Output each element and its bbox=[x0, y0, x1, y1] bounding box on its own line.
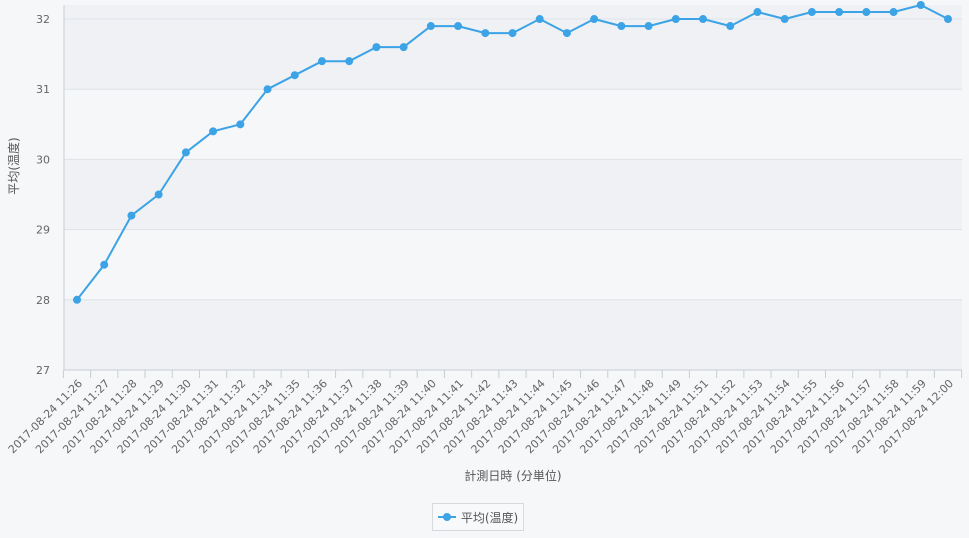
y-tick-label: 29 bbox=[36, 224, 50, 237]
data-point bbox=[100, 260, 109, 269]
data-point bbox=[454, 22, 463, 31]
y-tick-label: 28 bbox=[36, 294, 50, 307]
data-point bbox=[617, 22, 626, 31]
data-point bbox=[345, 57, 354, 66]
line-chart: 27 28 29 30 31 32 2017-08-24 11:262017-08-24 … bbox=[6, 1, 963, 483]
data-point bbox=[236, 120, 245, 129]
y-tick-label: 27 bbox=[36, 364, 50, 377]
data-point bbox=[209, 127, 218, 136]
legend-label: 平均(温度) bbox=[460, 510, 519, 525]
data-point bbox=[753, 8, 762, 17]
data-point bbox=[372, 43, 381, 52]
data-point bbox=[481, 29, 490, 38]
y-axis-title: 平均(温度) bbox=[6, 137, 21, 194]
data-point bbox=[835, 8, 844, 17]
data-point bbox=[916, 1, 925, 9]
data-point bbox=[317, 57, 326, 66]
plot-band bbox=[64, 299, 962, 370]
plot-band bbox=[64, 159, 962, 230]
data-point bbox=[807, 8, 816, 17]
plot-bands bbox=[64, 5, 962, 370]
data-point bbox=[944, 15, 952, 24]
legend[interactable]: 平均(温度) bbox=[432, 503, 524, 531]
data-point bbox=[127, 211, 136, 220]
data-point bbox=[73, 295, 81, 304]
data-point bbox=[154, 190, 163, 199]
legend-marker-icon bbox=[437, 512, 456, 522]
data-point bbox=[508, 29, 517, 38]
x-axis-title: 計測日時 (分単位) bbox=[464, 468, 561, 483]
chart-container: 27 28 29 30 31 32 2017-08-24 11:26 2017-08-24 … bbox=[0, 0, 969, 538]
data-point bbox=[726, 22, 735, 31]
data-point bbox=[562, 29, 571, 38]
data-point bbox=[290, 71, 299, 80]
x-axis-ticks: 2017-08-24 11:262017-08-24 11:272017-08-… bbox=[6, 370, 963, 456]
data-point bbox=[535, 15, 544, 24]
data-point bbox=[181, 148, 190, 157]
data-point bbox=[889, 8, 898, 17]
y-tick-label: 31 bbox=[36, 83, 50, 96]
data-point bbox=[862, 8, 871, 17]
y-tick-label: 32 bbox=[36, 13, 50, 26]
data-point bbox=[699, 15, 708, 24]
data-point bbox=[644, 22, 653, 31]
data-point bbox=[590, 15, 599, 24]
data-point bbox=[426, 22, 435, 31]
y-tick-label: 30 bbox=[36, 153, 50, 166]
data-point bbox=[671, 15, 680, 24]
data-point bbox=[780, 15, 789, 24]
y-axis-ticks: 27 28 29 30 31 32 bbox=[36, 13, 50, 377]
data-point bbox=[399, 43, 408, 52]
data-point bbox=[263, 85, 272, 94]
